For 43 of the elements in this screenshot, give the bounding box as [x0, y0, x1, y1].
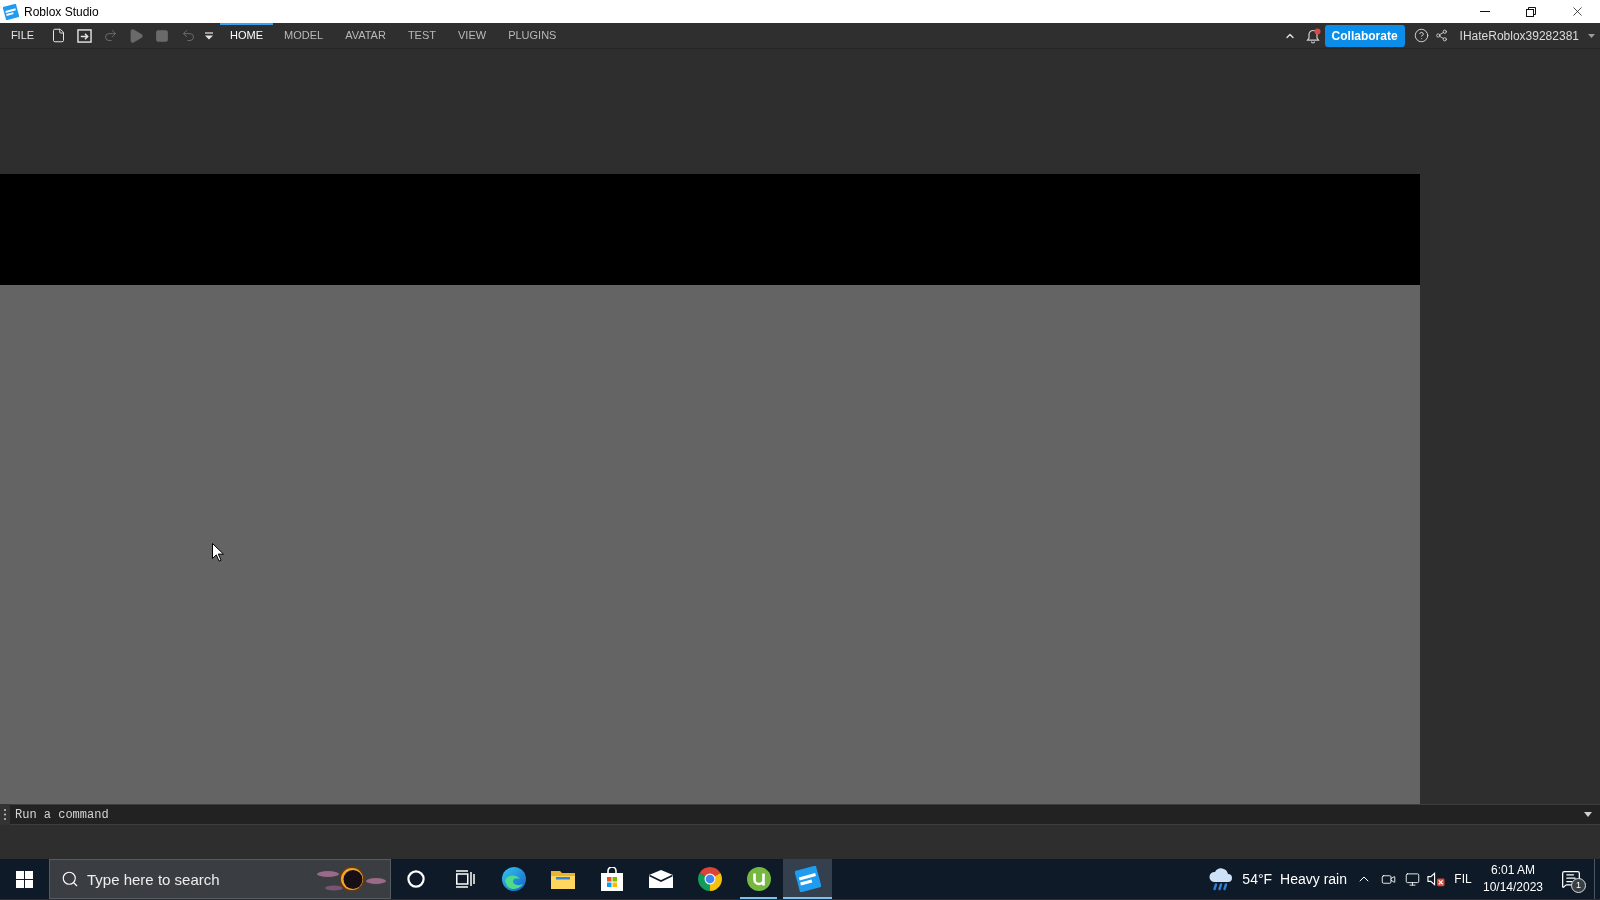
help-icon[interactable] — [1413, 28, 1429, 43]
speaker-icon[interactable] — [1427, 871, 1445, 887]
clock-button[interactable]: 6:01 AM 10/14/2023 — [1478, 859, 1548, 899]
document-icon[interactable] — [50, 28, 66, 43]
notification-button[interactable]: 1 — [1548, 859, 1594, 899]
ribbon-tab[interactable]: VIEW — [447, 23, 498, 48]
file-menu[interactable]: FILE — [0, 23, 45, 48]
account-menu[interactable]: IHateRoblox39282381 — [1459, 26, 1595, 45]
monitor-icon[interactable] — [1404, 871, 1420, 887]
weather-button[interactable]: 54°F Heavy rain — [1202, 859, 1352, 899]
ribbon-tab[interactable]: HOME — [220, 23, 273, 48]
studio-logo-icon — [3, 3, 19, 20]
ribbon-tab[interactable]: PLUGINS — [497, 23, 568, 48]
search-input[interactable]: Type here to search — [87, 860, 287, 898]
dropdown-caret-icon[interactable] — [205, 31, 213, 40]
search-field[interactable]: Type here to search — [49, 859, 391, 899]
share-icon[interactable] — [1434, 29, 1448, 42]
caret-down-icon — [1588, 33, 1595, 38]
ribbon-tab[interactable]: AVATAR — [334, 23, 397, 48]
language-button[interactable]: FIL — [1448, 859, 1478, 899]
message-icon — [1561, 869, 1581, 889]
taskbar-button[interactable] — [783, 859, 832, 899]
utorrent-icon — [746, 867, 771, 891]
ribbon-tab[interactable]: TEST — [396, 23, 447, 48]
notification-count: 1 — [1571, 878, 1586, 893]
task-view-icon — [454, 870, 475, 888]
ring-icon — [406, 870, 425, 888]
restore-icon — [1526, 6, 1536, 17]
roblox-studio-icon — [794, 866, 821, 892]
minimize-icon — [1480, 11, 1490, 12]
shopping-bag-icon — [600, 867, 623, 891]
window-title: Roblox Studio — [24, 3, 99, 21]
mouse-pointer-icon — [212, 543, 224, 562]
dropdown-caret-icon[interactable] — [1584, 812, 1592, 817]
eclipse-icon — [314, 864, 386, 894]
bell-icon[interactable] — [1304, 27, 1321, 44]
ribbon-tab[interactable]: MODEL — [273, 23, 335, 48]
windows-logo-icon — [15, 870, 33, 888]
envelope-icon — [648, 870, 673, 888]
folder-icon — [550, 869, 575, 889]
edge-browser-icon — [501, 867, 526, 891]
search-icon — [61, 870, 79, 888]
chrome-icon — [697, 867, 722, 891]
